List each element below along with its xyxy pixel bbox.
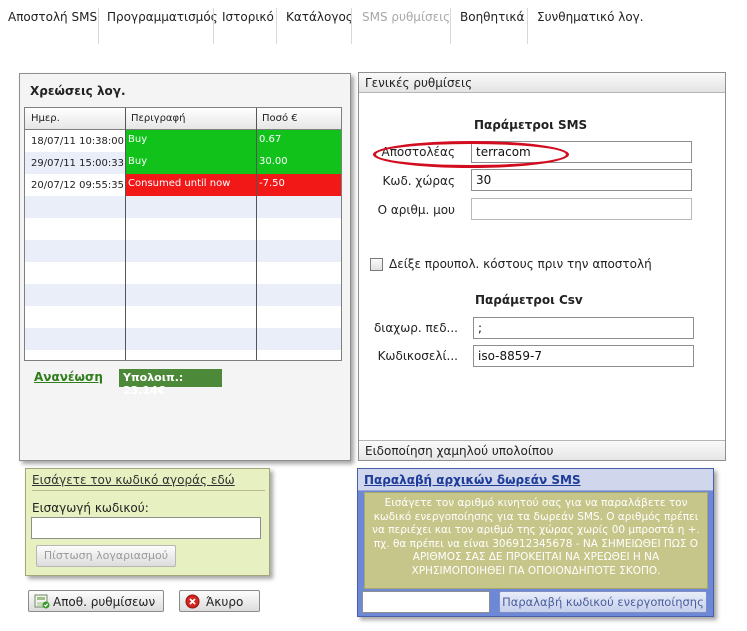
- free-sms-panel: Παραλαβή αρχικών δωρεάν SMS Εισάγετε τον…: [357, 468, 714, 617]
- save-icon: [34, 594, 50, 609]
- save-settings-label: Αποθ. ρυθμίσεων: [53, 595, 156, 609]
- column-divider: [125, 108, 126, 360]
- free-sms-instructions: Εισάγετε τον αριθμό κινητού σας για να π…: [364, 492, 708, 589]
- charges-title: Χρεώσεις λογ.: [30, 84, 126, 98]
- row-amount: 0.67: [256, 130, 341, 152]
- cancel-icon: [185, 594, 201, 609]
- row-amount: 30.00: [256, 152, 341, 174]
- save-settings-button[interactable]: Αποθ. ρυθμίσεων: [28, 590, 164, 612]
- enter-purchase-code-link[interactable]: Εισάγετε τον κωδικό αγοράς εδώ: [32, 473, 235, 487]
- row-date: 18/07/11 10:38:00: [31, 136, 125, 147]
- tab-history[interactable]: Ιστορικό: [222, 8, 274, 44]
- cancel-label: Άκυρο: [206, 595, 244, 609]
- encoding-input[interactable]: [473, 345, 694, 367]
- charges-grid[interactable]: Ημερ. Περιγραφή Ποσό € 18/07/11 10:38:00…: [24, 107, 342, 361]
- balance-badge: Υπολοιπ.: 23.14€: [119, 369, 222, 397]
- code-input-label: Εισαγωγή κωδικού:: [32, 501, 149, 515]
- encoding-label: Κωδικοσελί...: [377, 349, 458, 363]
- divider: [32, 490, 265, 491]
- tab-sms-settings[interactable]: SMS ρυθμίσεις: [362, 8, 450, 44]
- column-header-amount[interactable]: Ποσό €: [256, 108, 341, 130]
- tab-separator: [213, 8, 214, 44]
- tab-catalog[interactable]: Κατάλογος: [286, 8, 353, 44]
- show-cost-checkbox[interactable]: [370, 258, 383, 271]
- tab-separator: [450, 8, 451, 44]
- grid-header: Ημερ. Περιγραφή Ποσό €: [25, 108, 341, 130]
- table-row-empty: [25, 284, 341, 306]
- table-row-empty: [25, 262, 341, 284]
- sender-highlight-oval: [373, 141, 569, 168]
- show-cost-label: Δείξε προυπολ. κόστους πριν την αποστολή: [389, 257, 652, 271]
- free-sms-header-link[interactable]: Παραλαβή αρχικών δωρεάν SMS: [358, 469, 713, 491]
- table-row-empty: [25, 328, 341, 350]
- column-divider: [256, 108, 257, 360]
- cancel-button[interactable]: Άκυρο: [179, 590, 260, 612]
- country-code-input[interactable]: [471, 169, 692, 191]
- row-amount: -7.50: [256, 174, 341, 196]
- table-row[interactable]: 29/07/11 15:00:33 Buy 30.00: [25, 152, 341, 174]
- table-row-empty: [25, 218, 341, 240]
- purchase-code-input[interactable]: [31, 517, 261, 539]
- column-header-description[interactable]: Περιγραφή: [125, 108, 256, 130]
- tab-send-sms[interactable]: Αποστολή SMS: [8, 8, 97, 44]
- low-balance-notification-header[interactable]: Ειδοποίηση χαμηλού υπολοίπου: [359, 440, 725, 460]
- refresh-link[interactable]: Ανανέωση: [34, 370, 103, 384]
- csv-parameters-title: Παράμετροι Csv: [475, 293, 583, 307]
- tab-separator: [351, 8, 352, 44]
- table-row-empty: [25, 306, 341, 328]
- table-row-empty: [25, 240, 341, 262]
- settings-header: Γενικές ρυθμίσεις: [359, 73, 725, 93]
- table-row[interactable]: 18/07/11 10:38:00 Buy 0.67: [25, 130, 341, 152]
- purchase-code-panel: Εισάγετε τον κωδικό αγοράς εδώ Εισαγωγή …: [25, 468, 270, 576]
- table-row[interactable]: 20/07/12 09:55:35 Consumed until now -7.…: [25, 174, 341, 196]
- separator-label: διαχωρ. πεδ...: [373, 321, 458, 335]
- my-number-label: Ο αριθμ. μου: [377, 203, 455, 217]
- general-settings-panel: Γενικές ρυθμίσεις Παράμετροι SMS Αποστολ…: [358, 72, 726, 461]
- row-date: 20/07/12 09:55:35: [31, 180, 125, 191]
- tab-separator: [276, 8, 277, 44]
- table-row-empty: [25, 196, 341, 218]
- tab-scheduling[interactable]: Προγραμματισμός: [107, 8, 218, 44]
- tab-separator: [527, 8, 528, 44]
- column-header-date[interactable]: Ημερ.: [25, 108, 125, 130]
- my-number-input[interactable]: [471, 198, 692, 220]
- row-description: Buy: [125, 130, 256, 152]
- top-tab-bar: Αποστολή SMS Προγραμματισμός Ιστορικό Κα…: [0, 0, 747, 44]
- tab-password[interactable]: Συνθηματικό λογ.: [537, 8, 644, 44]
- credit-account-button[interactable]: Πίστωση λογαριασμού: [36, 545, 176, 567]
- country-code-label: Κωδ. χώρας: [382, 174, 455, 188]
- receive-activation-code-button[interactable]: Παραλαβή κωδικού ενεργοποίησης: [499, 591, 707, 613]
- row-description: Consumed until now: [125, 174, 256, 196]
- tab-tools[interactable]: Βοηθητικά: [460, 8, 524, 44]
- sms-parameters-title: Παράμετροι SMS: [474, 118, 588, 132]
- row-description: Buy: [125, 152, 256, 174]
- tab-separator: [98, 8, 99, 44]
- mobile-number-input[interactable]: [362, 591, 490, 613]
- row-date: 29/07/11 15:00:33: [31, 158, 125, 169]
- separator-input[interactable]: [473, 317, 694, 339]
- table-row-empty: [25, 350, 341, 360]
- account-charges-panel: Χρεώσεις λογ. Ημερ. Περιγραφή Ποσό € 18/…: [19, 73, 351, 461]
